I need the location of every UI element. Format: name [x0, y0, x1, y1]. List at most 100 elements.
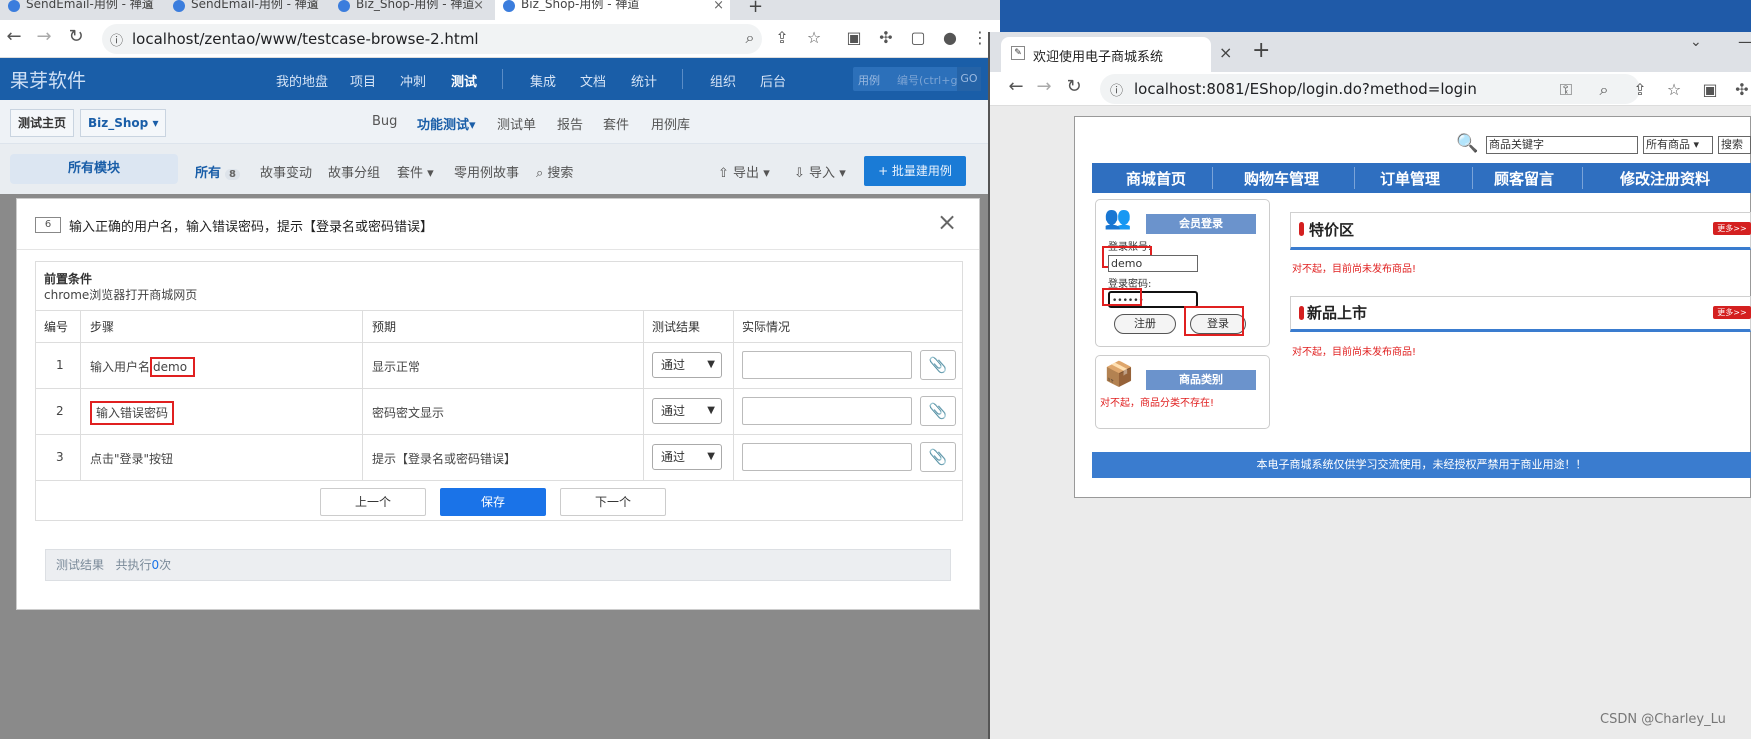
zoom-icon[interactable]: ⌕ — [1594, 80, 1614, 100]
star-icon[interactable]: ☆ — [1664, 80, 1684, 99]
result-select[interactable]: 通过 ▼ — [652, 398, 722, 424]
close-icon[interactable]: × — [937, 208, 957, 236]
more-button[interactable]: 更多>> — [1713, 222, 1751, 235]
actual-textarea[interactable] — [742, 397, 912, 425]
account-input[interactable]: demo — [1108, 255, 1198, 272]
forward-icon[interactable]: → — [1032, 76, 1056, 97]
filter-zero-case[interactable]: 零用例故事 — [454, 162, 519, 181]
keyword-input[interactable]: 商品关键字 — [1486, 136, 1638, 154]
export-button[interactable]: ⇧ 导出 ▾ — [718, 162, 770, 181]
result-select[interactable]: 通过 ▼ — [652, 444, 722, 470]
browser-tab[interactable]: SendEmail-用例 - 禅道 × — [165, 0, 325, 14]
reload-icon[interactable]: ↻ — [1062, 76, 1086, 97]
back-icon[interactable]: ← — [1004, 76, 1028, 97]
browser-tab-active[interactable]: Biz_Shop-用例 - 禅道 × — [495, 0, 730, 20]
next-button[interactable]: 下一个 — [560, 488, 666, 516]
all-modules-button[interactable]: 所有模块 — [10, 154, 178, 184]
browser-tab[interactable]: Biz_Shop-用例 - 禅道 × — [330, 0, 490, 14]
minimize-icon[interactable]: — — [1738, 32, 1751, 51]
desktop-background — [1000, 0, 1751, 32]
forward-icon[interactable]: → — [32, 26, 56, 47]
search-filter[interactable]: ⌕ 搜索 — [536, 162, 573, 181]
search-type-select[interactable]: 用例 — [858, 72, 880, 88]
result-select[interactable]: 通过 ▼ — [652, 352, 722, 378]
nav-messages[interactable]: 顾客留言 — [1494, 168, 1554, 189]
search-icon: ⌕ — [536, 166, 544, 181]
subnav-functional-test[interactable]: 功能测试▾ — [417, 114, 476, 133]
search-go-button[interactable]: GO — [957, 67, 981, 91]
nav-admin[interactable]: 后台 — [760, 71, 786, 90]
nav-doc[interactable]: 文档 — [580, 71, 606, 90]
attachment-icon[interactable]: 📎 — [920, 350, 956, 380]
search-input[interactable]: 编号(ctrl+g) — [897, 72, 962, 88]
breadcrumb-product[interactable]: Biz_Shop ▾ — [80, 109, 167, 137]
attachment-icon[interactable]: 📎 — [920, 396, 956, 426]
batch-create-button[interactable]: + 批量建用例 — [864, 156, 966, 186]
back-icon[interactable]: ← — [2, 26, 26, 47]
category-select[interactable]: 所有商品 ▾ — [1643, 136, 1713, 154]
highlight-box — [1102, 288, 1142, 306]
close-icon[interactable]: × — [713, 0, 724, 13]
close-icon[interactable]: × — [473, 0, 484, 13]
search-button[interactable]: 搜索 — [1718, 136, 1751, 154]
divider — [17, 249, 979, 250]
selenium-extension-icon[interactable]: ▣ — [1700, 80, 1720, 99]
url-field[interactable]: ⓘ localhost/zentao/www/testcase-browse-2… — [102, 24, 762, 54]
nav-project[interactable]: 项目 — [350, 71, 376, 90]
nav-sprint[interactable]: 冲刺 — [400, 71, 426, 90]
subnav-testtask[interactable]: 测试单 — [497, 114, 536, 133]
zoom-icon[interactable]: ⌕ — [740, 28, 760, 48]
browser-tab[interactable]: SendEmail-用例 - 禅道 × — [0, 0, 160, 14]
info-icon[interactable]: ⓘ — [1110, 80, 1123, 99]
import-button[interactable]: ⇩ 导入 ▾ — [794, 162, 846, 181]
menu-icon[interactable]: ⋮ — [970, 28, 990, 47]
highlight-box: 输入错误密码 — [90, 401, 175, 425]
star-icon[interactable]: ☆ — [804, 28, 824, 47]
info-icon[interactable]: ⓘ — [110, 30, 123, 49]
actual-textarea[interactable] — [742, 443, 912, 471]
key-icon[interactable]: ⚿ — [1556, 80, 1576, 100]
nav-test[interactable]: 测试 — [451, 71, 477, 90]
profile-icon[interactable]: ● — [940, 28, 960, 47]
nav-orders[interactable]: 订单管理 — [1380, 168, 1440, 189]
filter-story-group[interactable]: 故事分组 — [328, 162, 380, 181]
nav-my[interactable]: 我的地盘 — [276, 71, 328, 90]
search-box[interactable]: 用例 编号(ctrl+g) — [853, 67, 973, 91]
nav-home[interactable]: 商城首页 — [1126, 168, 1186, 189]
reload-icon[interactable]: ↻ — [64, 26, 88, 47]
extensions-icon[interactable]: ✣ — [1732, 80, 1751, 99]
share-icon[interactable]: ⇪ — [772, 28, 792, 47]
actual-textarea[interactable] — [742, 351, 912, 379]
filter-suite[interactable]: 套件 ▾ — [397, 162, 434, 181]
sidebar-icon[interactable]: ▢ — [908, 28, 928, 47]
chevron-down-icon[interactable]: ⌄ — [1690, 34, 1702, 50]
nav-stat[interactable]: 统计 — [631, 71, 657, 90]
subnav-caselib[interactable]: 用例库 — [651, 114, 690, 133]
subnav-report[interactable]: 报告 — [557, 114, 583, 133]
browser-tab-active[interactable]: ✎ 欢迎使用电子商城系统 × — [1001, 37, 1232, 72]
nav-org[interactable]: 组织 — [710, 71, 736, 90]
save-button[interactable]: 保存 — [440, 488, 546, 516]
new-tab-button[interactable]: + — [748, 0, 763, 17]
chevron-down-icon: ▼ — [707, 359, 715, 370]
close-icon[interactable]: × — [1219, 43, 1232, 62]
subnav-suite[interactable]: 套件 — [603, 114, 629, 133]
extensions-icon[interactable]: ✣ — [876, 28, 896, 47]
prev-button[interactable]: 上一个 — [320, 488, 426, 516]
filter-all[interactable]: 所有 8 — [195, 162, 240, 181]
more-button[interactable]: 更多>> — [1713, 306, 1751, 319]
subnav-bug[interactable]: Bug — [372, 114, 397, 129]
nav-ci[interactable]: 集成 — [530, 71, 556, 90]
nav-profile[interactable]: 修改注册资料 — [1620, 168, 1710, 189]
new-tab-button[interactable]: + — [1252, 38, 1270, 63]
attachment-icon[interactable]: 📎 — [920, 442, 956, 472]
nav-cart[interactable]: 购物车管理 — [1244, 168, 1319, 189]
register-button[interactable]: 注册 — [1114, 314, 1176, 334]
close-icon[interactable]: × — [143, 0, 154, 13]
selenium-extension-icon[interactable]: ▣ — [844, 28, 864, 47]
filter-story-change[interactable]: 故事变动 — [260, 162, 312, 181]
breadcrumb-home[interactable]: 测试主页 — [10, 109, 75, 137]
run-case-modal: 6 输入正确的用户名，输入错误密码，提示【登录名或密码错误】 × 前置条件 ch… — [16, 198, 980, 610]
close-icon[interactable]: × — [308, 0, 319, 13]
share-icon[interactable]: ⇪ — [1630, 80, 1650, 99]
